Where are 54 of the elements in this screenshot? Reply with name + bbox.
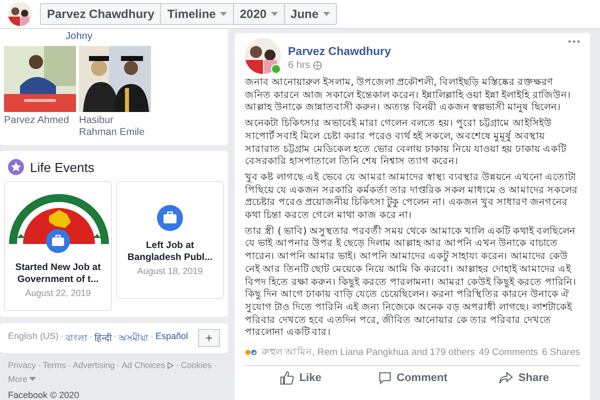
profile-name-link[interactable]: Parvez Chawdhury [41, 4, 160, 24]
like-button[interactable]: Like [245, 367, 357, 390]
dropdown-menu[interactable]: June [284, 4, 336, 24]
separator: · [116, 359, 120, 371]
caret-icon [322, 12, 330, 16]
post-paragraph: তার স্ত্রী ( ভাবি) অসুস্থতার পরবর্তী সময় থেকে আমাকে খালি একটি কথাই বলছিলেন যে ভাই আপনার উপর ই ছেড়ে দিলাম আল্লাহ আর আপনি এখন উনাকে বাচাতে পারেন। আপনি আমার ভাই। আপনি আমাদের একটু সাহায্য করেন। আমাদের কেউ নেই আর তিনটি ছোট মেয়েকে নিয়ে আমি কি করবো। আল্লাহর দোহাই আমাদের এই বিপদ হিতে রক্ষা করুন। কিছুই করতে পারলামনা। আমরা কেউই কিছুই করতে পারিনি। কিছু দিন আগে ঢাকায় বাড়ি যেতে চেয়েছিলেন। করনা পরিস্থিতির কারনে উনাকে ঐ সুযোগ টাও দিতে পারিনি এই জন্য নিজেকে অনেক বড় অপরাধী লাগছে। লাশটাকেই পরিবার দেখতে হবে এতদিন পরে, জীবিত আনোয়ার কে তার পরিবার দেখতে পারলোনা একটি বার। [245, 226, 578, 340]
post-paragraph: অনেকটা চিকিৎসার অভাবেই মারা গেলেন বলতে হয়। পুরো চট্টগ্রামে আইসিইউ সাপোর্ট সবাই মিলে চেষ্টা করার পরেও ব্যর্থ হই সকলে, অবশেষে মুমূর্ষু অবস্থায় সারারাত চট্টগ্রাম মেডিকেল হতে ভোর বেলায় ঢাকায় নিয়ে যাওয়া হয় ঢাকায় একটি বেসরকারি হাসপাতালে তিনি শেষ নিশ্বাস ত্যাগ করেন। [245, 118, 568, 169]
shares-count-link[interactable]: 6 Shares [542, 347, 580, 358]
separator: · [68, 359, 71, 371]
event-date: August 18, 2019 [137, 266, 203, 276]
share-icon [499, 371, 514, 386]
caret-icon [270, 12, 278, 16]
event-date: August 22, 2019 [25, 288, 91, 298]
separator: · [90, 330, 93, 342]
separator: · [38, 359, 41, 371]
copyright-text: Facebook © 2020 [7, 390, 80, 400]
more-languages-button[interactable]: + [198, 329, 220, 347]
language-link[interactable]: বাংলা [66, 330, 88, 346]
dropdown-menu[interactable]: Timeline [160, 4, 233, 24]
friend-name-link[interactable]: Johny [44, 29, 114, 46]
share-button[interactable]: Share [468, 367, 580, 390]
globe-icon [313, 60, 322, 70]
friend-name-link[interactable]: Hasibur Rahman Emile [79, 115, 151, 139]
separator: · [176, 359, 179, 371]
life-event-card[interactable]: Left Job at Bangladesh Publ... August 18, 2019 [116, 181, 224, 299]
thumbs-up-icon [280, 371, 294, 386]
event-title: Started New Job at Government of t... [14, 262, 102, 286]
friend-name-link[interactable]: Parvez Ahmed [4, 115, 76, 127]
post-paragraph: জনাব আনোয়ারুল ইসলাম, উপজেলা প্রকৌশলী, বিলাইছড়ি মস্তিষ্কের রক্তক্ষরণ জনিত কারনে আজ সকালে ইন্তেকাল করেন। ইন্নালিল্লাহি ওয়া ইন্না ইলাইহি রাজিউন। আল্লাহ উনাকে জান্নাতবাসী করুন। অত্যন্ত বিনয়ী একজন স্বল্পভাসী মানুষ ছিলেন। [245, 77, 572, 116]
dropdown-menu[interactable]: 2020 [232, 4, 284, 24]
separator: · [214, 359, 216, 371]
language-link[interactable]: English (US) [8, 330, 59, 346]
briefcase-icon [157, 204, 183, 230]
section-title: Life Events [30, 160, 94, 174]
language-link[interactable]: অসমীয়া [118, 330, 149, 346]
caret-icon [220, 12, 227, 16]
author-name-link[interactable]: Parvez Chawdhury [288, 46, 391, 58]
separator: · [150, 330, 154, 342]
separator: · [114, 330, 117, 342]
caret-icon [29, 377, 36, 381]
language-link[interactable]: हिन्दी [94, 330, 112, 346]
life-event-card[interactable]: Started New Job at Government of t... August 22, 2019 [4, 181, 112, 311]
briefcase-icon [46, 229, 70, 253]
reactions-link[interactable]: রুহুল আমিন, Rem Liana Pangkhua and 179 others [262, 345, 475, 360]
comment-icon [378, 371, 392, 386]
separator: · [60, 330, 64, 342]
language-link[interactable]: Español [156, 330, 188, 346]
comments-count-link[interactable]: 49 Comments [478, 347, 538, 358]
event-title: Left Job at Bangladesh Publ... [126, 240, 214, 264]
post-paragraph: খুব কষ্ট লাগছে এই ভেবে যে আমরা আমাদের স্বাস্থ্য ব্যবস্থার উন্নয়নে এখনো এতোটা পিছিয়ে যে একজন সরকারি কর্মকর্তা তার দাপ্তরিক সকল মাধ্যমে ও আমাদের সকলের প্রচেষ্টার পরেও প্রয়োজনীয় চিকিৎসা টুকু পেলেন না। একজন খুব সাধারণ জনগনের কথা চিন্তা করতে গেলে মাথা কাজ করে না। [245, 172, 579, 223]
comment-button[interactable]: Comment [356, 367, 468, 390]
play-icon [167, 362, 174, 368]
more-options-icon[interactable] [568, 40, 580, 43]
post-time[interactable]: 6 hrs [288, 60, 310, 70]
